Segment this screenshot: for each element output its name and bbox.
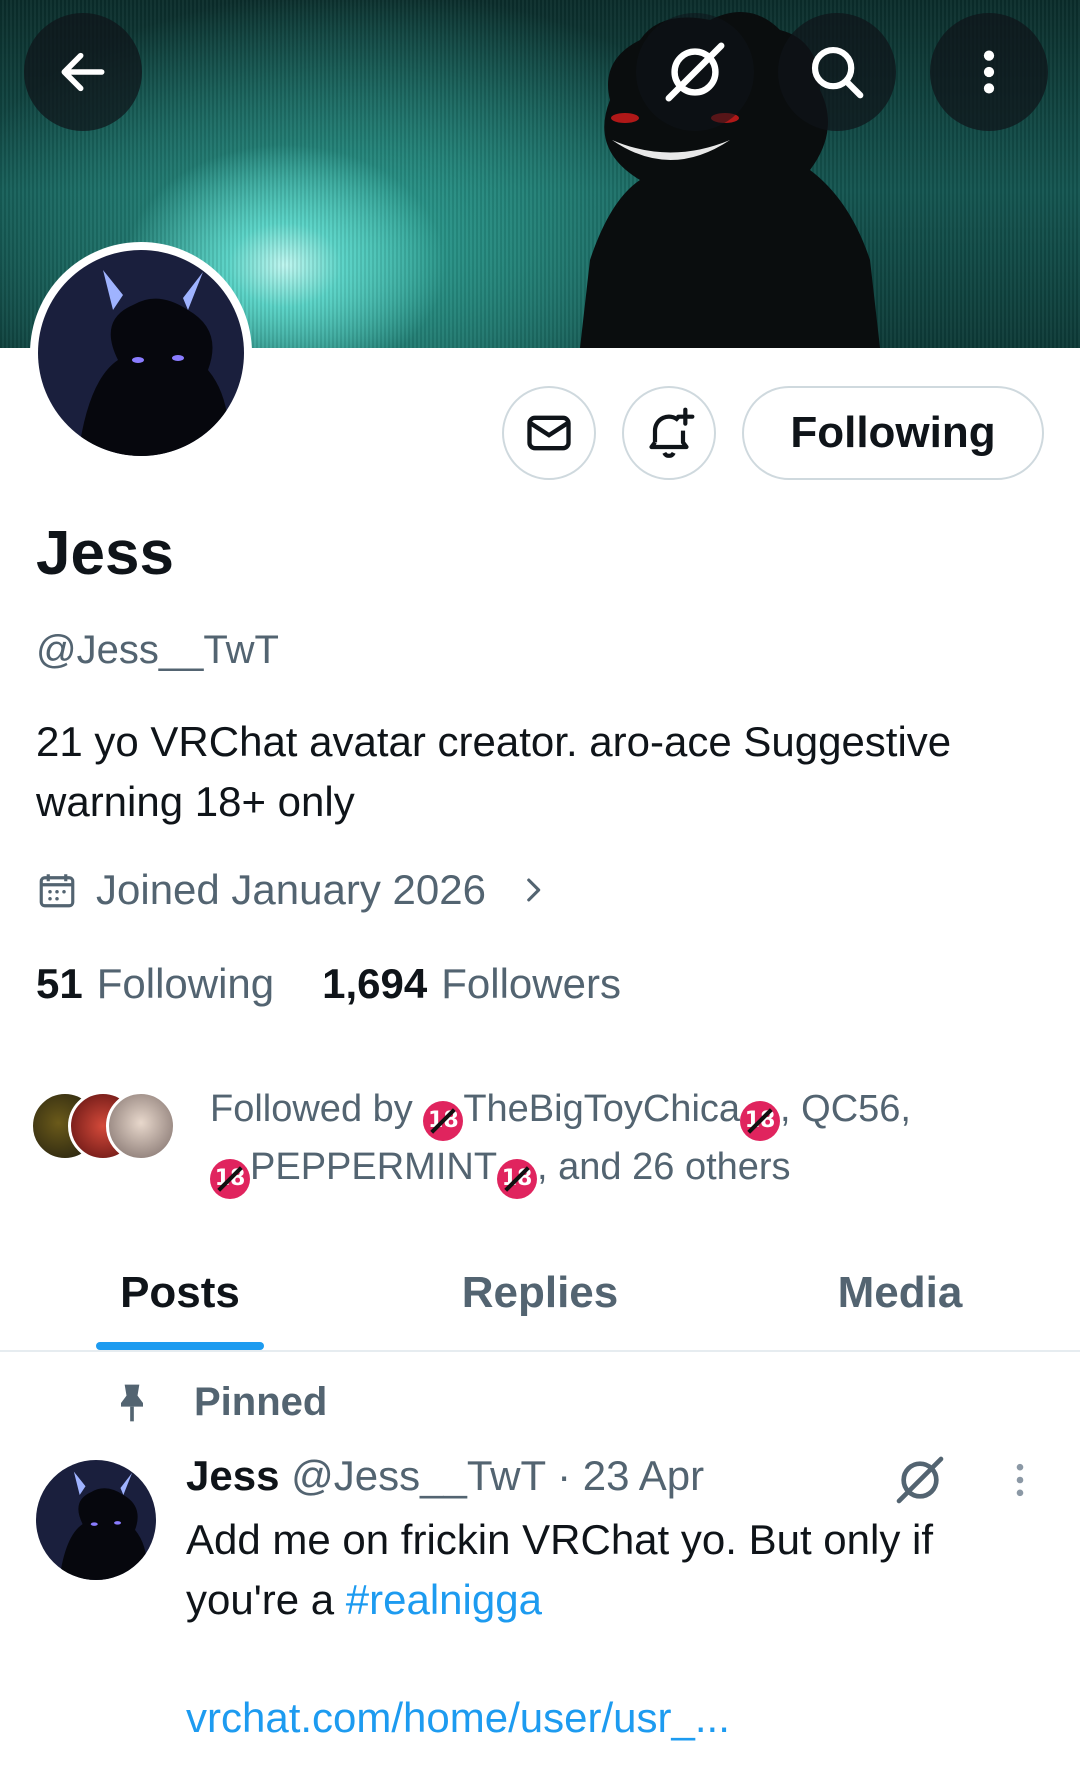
18-plus-badge: 18 (497, 1159, 538, 1199)
profile-avatar[interactable] (30, 242, 252, 464)
followed-by-text: Followed by 18 TheBigToyChica 18, QC56, 18… (210, 1083, 1070, 1199)
arrow-left-icon (61, 52, 105, 92)
followed-by-suffix: , and 26 others (537, 1146, 791, 1188)
avatar-image (36, 1460, 156, 1580)
calendar-icon (39, 874, 75, 908)
follower-avatars (30, 1083, 180, 1163)
18-plus-badge: 18 (210, 1159, 250, 1199)
grok-button[interactable] (636, 13, 754, 131)
18-plus-badge: 18 (740, 1101, 781, 1141)
pinned-label: Pinned (194, 1380, 328, 1424)
followers-label: Followers (441, 960, 621, 1007)
post-more-icon[interactable] (998, 1458, 1042, 1502)
post-author-avatar[interactable] (36, 1460, 156, 1580)
followers-stat[interactable]: 1,694 Followers (322, 960, 621, 1008)
post-text: Add me on frickin VRChat yo. But only if… (186, 1516, 933, 1623)
more-button[interactable] (930, 13, 1048, 131)
followed-by[interactable]: Followed by 18 TheBigToyChica 18, QC56, 18… (30, 1083, 1070, 1199)
avatar-image (38, 250, 244, 456)
bell-plus-icon (649, 407, 695, 458)
grok-icon[interactable] (892, 1452, 948, 1508)
post-date[interactable]: · 23 Apr (557, 1452, 704, 1499)
following-button[interactable]: Following (742, 386, 1044, 480)
post-author-name[interactable]: Jess (186, 1452, 279, 1499)
tab-label: Replies (461, 1268, 619, 1317)
more-vertical-icon (983, 50, 995, 94)
tab-replies[interactable]: Replies (360, 1236, 720, 1350)
post-hashtag[interactable]: #realnigga (346, 1576, 542, 1623)
message-button[interactable] (502, 386, 596, 480)
active-tab-indicator (96, 1342, 264, 1350)
grok-icon (665, 42, 725, 102)
joined-label: Joined January 2026 (96, 866, 486, 913)
follower-name: TheBigToyChica (463, 1088, 741, 1130)
post-body: Add me on frickin VRChat yo. But only if… (186, 1510, 1046, 1630)
followers-count: 1,694 (322, 960, 428, 1007)
envelope-icon (527, 415, 571, 451)
back-button[interactable] (24, 13, 142, 131)
pin-icon (121, 1384, 143, 1421)
18-plus-badge: 18 (423, 1101, 464, 1141)
tab-media[interactable]: Media (720, 1236, 1080, 1350)
user-handle: @Jess__TwT (36, 628, 279, 672)
chevron-right-icon (527, 878, 541, 902)
following-count: 51 (36, 960, 83, 1007)
tab-posts[interactable]: Posts (0, 1236, 360, 1350)
post-link[interactable]: vrchat.com/home/user/usr_... (186, 1694, 730, 1742)
tab-label: Media (837, 1268, 963, 1317)
pinned-indicator: Pinned (110, 1380, 327, 1425)
following-label: Following (96, 960, 275, 1007)
profile-bio: 21 yo VRChat avatar creator. aro-ace Sug… (36, 718, 952, 825)
followed-by-separator: , QC56, (780, 1088, 911, 1130)
profile-tabs: Posts Replies Media (0, 1236, 1080, 1352)
followed-by-prefix: Followed by (210, 1088, 413, 1130)
follower-avatar (106, 1091, 176, 1161)
joined-date[interactable]: Joined January 2026 (36, 866, 550, 914)
follow-stats: 51 Following 1,694 Followers (36, 960, 669, 1008)
search-icon (811, 46, 864, 99)
post-author-handle[interactable]: @Jess__TwT (291, 1452, 545, 1499)
tab-label: Posts (120, 1268, 240, 1317)
display-name: Jess (36, 519, 174, 588)
post-header: Jess @Jess__TwT · 23 Apr (186, 1452, 704, 1500)
following-stat[interactable]: 51 Following (36, 960, 274, 1008)
notify-button[interactable] (622, 386, 716, 480)
search-button[interactable] (778, 13, 896, 131)
follower-name: PEPPERMINT (250, 1146, 498, 1188)
